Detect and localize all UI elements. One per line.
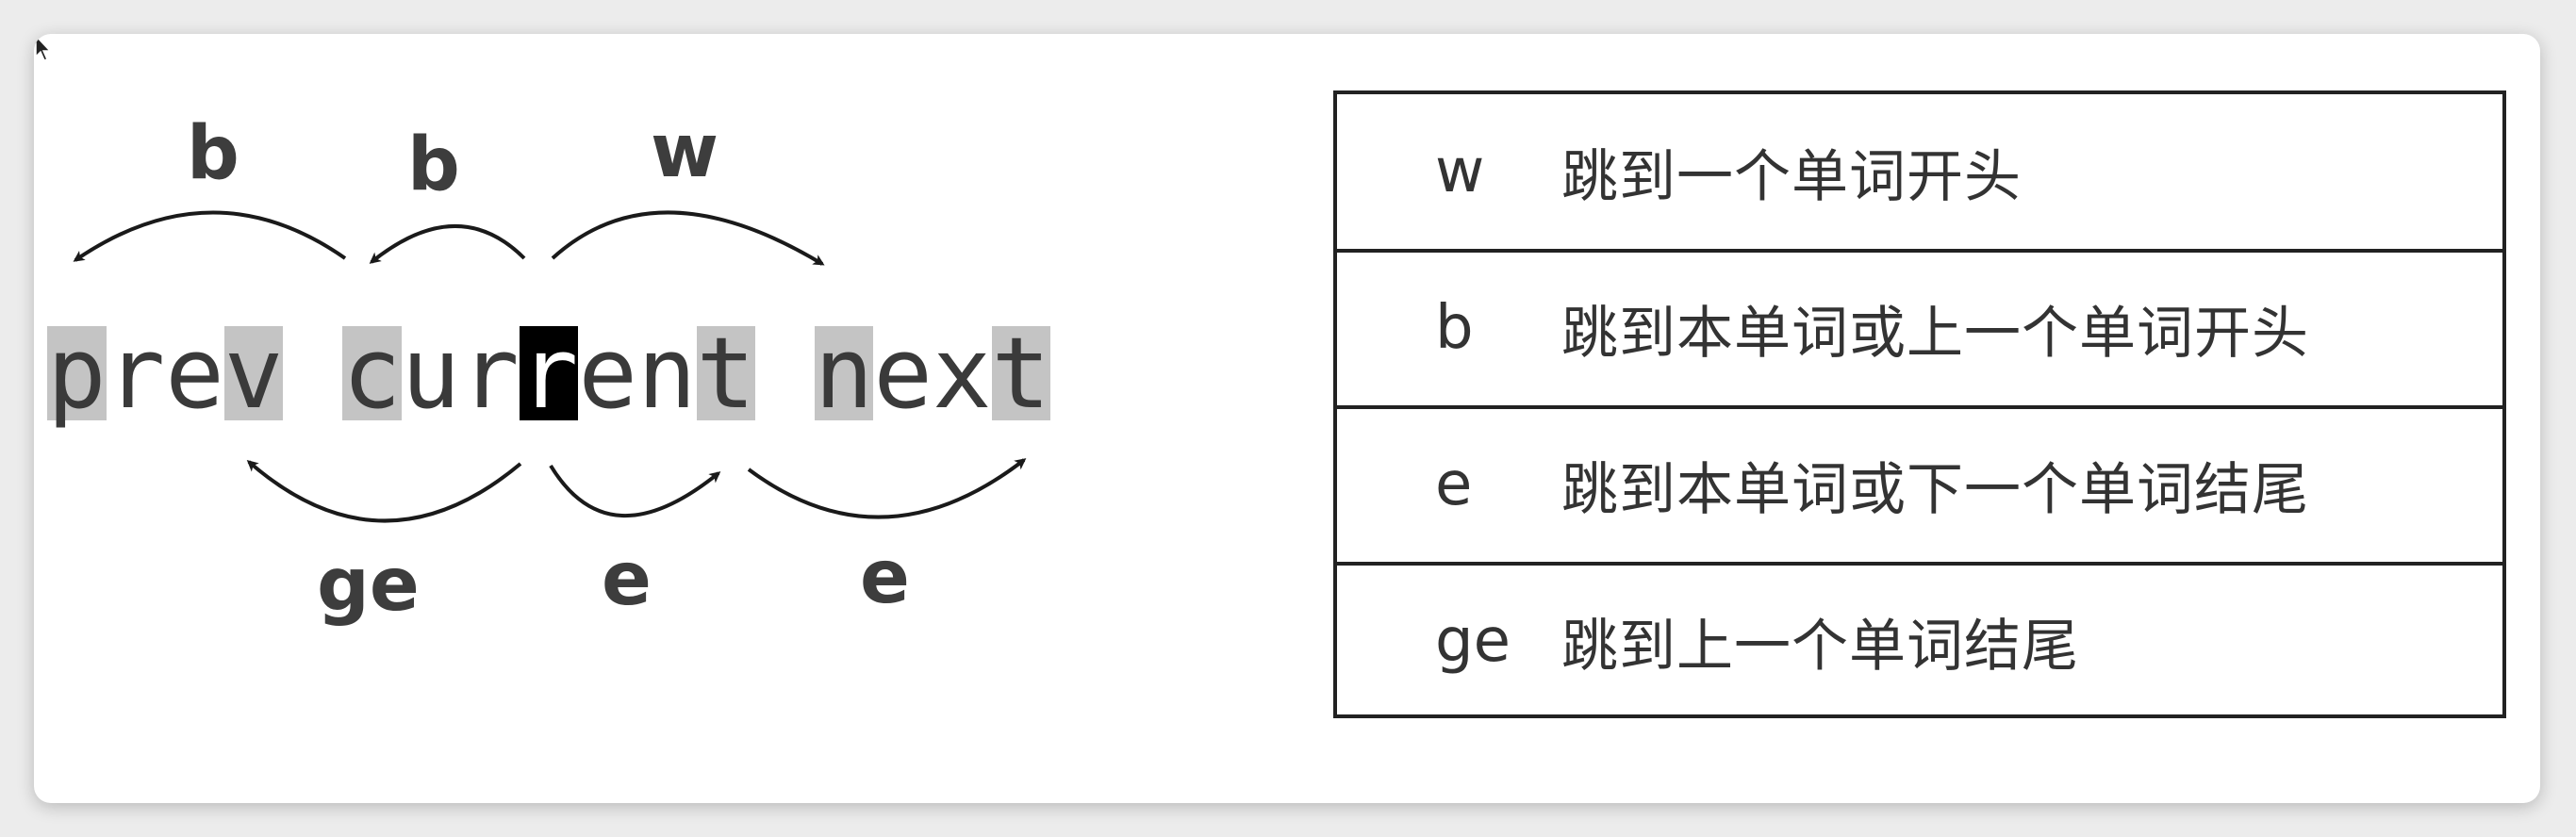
- word-prev: prev: [47, 316, 284, 431]
- top-label-b-2: b: [407, 123, 460, 207]
- word-motion-diagram: prevcurrentnext b b w ge e e: [34, 34, 1147, 803]
- word-char: r: [106, 316, 166, 431]
- word-boundary-char: p: [47, 316, 107, 431]
- mouse-pointer-icon: [35, 34, 52, 61]
- top-label-b-1: b: [187, 111, 239, 196]
- table-row: b 跳到本单词或上一个单词开头: [1337, 251, 2502, 405]
- arrow-b-current: [369, 224, 526, 264]
- motion-description: 跳到上一个单词结尾: [1561, 613, 2079, 680]
- table-row: ge 跳到上一个单词结尾: [1337, 564, 2502, 718]
- word-boundary-char: v: [223, 316, 284, 431]
- bottom-label-e-2: e: [860, 535, 910, 620]
- word-boundary-char: n: [814, 316, 874, 431]
- bottom-label-e-1: e: [602, 537, 652, 622]
- arrow-w-next: [551, 210, 825, 266]
- word-next: next: [814, 316, 1051, 431]
- motion-key: b: [1435, 293, 1474, 363]
- word-boundary-char: t: [991, 316, 1051, 431]
- motion-card: prevcurrentnext b b w ge e e w 跳到一个单词开头 …: [34, 34, 2540, 803]
- motion-key: ge: [1435, 606, 1511, 676]
- word-char: u: [401, 316, 461, 431]
- top-label-w: w: [651, 109, 719, 194]
- word-char: r: [460, 316, 520, 431]
- motion-description: 跳到一个单词开头: [1561, 143, 2022, 210]
- motion-description: 跳到本单词或下一个单词结尾: [1561, 456, 2309, 523]
- motion-description: 跳到本单词或上一个单词开头: [1561, 300, 2309, 367]
- word-char: e: [165, 316, 224, 431]
- word-row: prevcurrentnext: [47, 316, 1051, 431]
- arrow-b-prev: [73, 210, 347, 262]
- motion-table: w 跳到一个单词开头 b 跳到本单词或上一个单词开头 e 跳到本单词或下一个单词…: [1333, 90, 2506, 718]
- word-current: current: [341, 316, 756, 431]
- bottom-label-ge: ge: [317, 543, 420, 628]
- word-char: n: [636, 316, 697, 431]
- cursor-char: r: [519, 316, 579, 431]
- word-char: e: [578, 316, 637, 431]
- word-char: e: [873, 316, 933, 431]
- word-boundary-char: t: [696, 316, 756, 431]
- arrow-e-current: [549, 464, 721, 517]
- motion-key: w: [1435, 137, 1485, 206]
- word-boundary-char: c: [341, 316, 402, 431]
- arrow-e-next: [747, 458, 1027, 519]
- table-row: e 跳到本单词或下一个单词结尾: [1337, 407, 2502, 562]
- arrow-ge: [246, 460, 522, 523]
- word-char: x: [932, 316, 992, 431]
- motion-key: e: [1435, 450, 1473, 519]
- table-row: w 跳到一个单词开头: [1337, 94, 2502, 249]
